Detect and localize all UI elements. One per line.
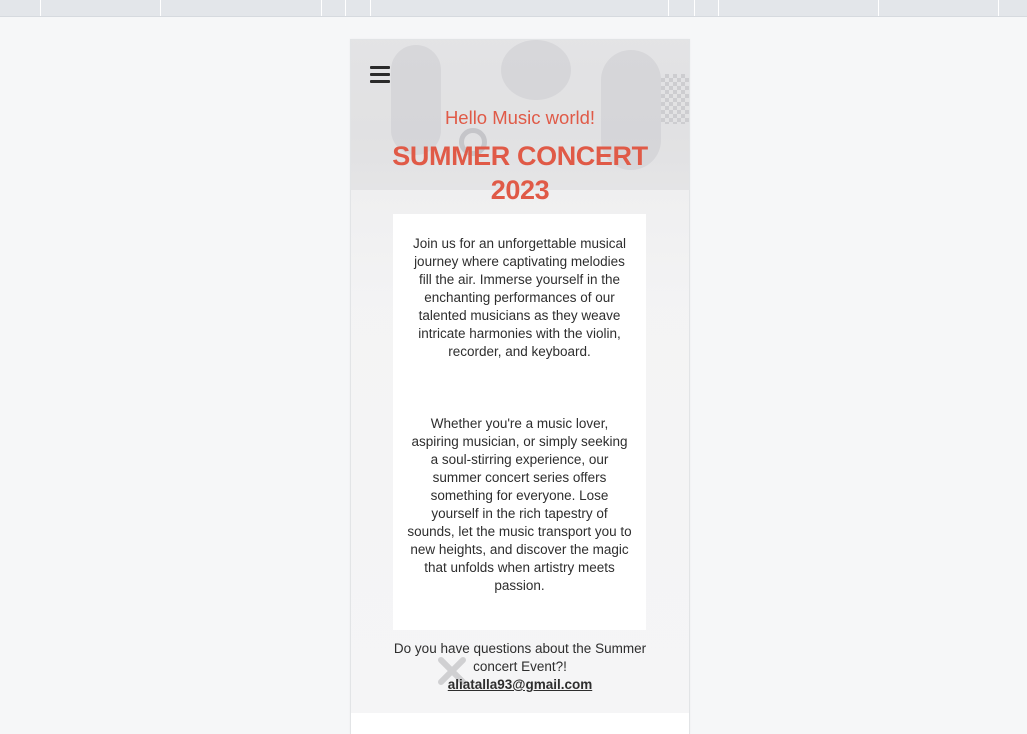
toolbar-divider xyxy=(40,0,41,16)
description-paragraph-2: Whether you're a music lover, aspiring m… xyxy=(407,416,632,593)
description-paragraph-1: Join us for an unforgettable musical jou… xyxy=(412,236,627,359)
toolbar-divider xyxy=(668,0,669,16)
menu-bar xyxy=(370,80,390,83)
contact-question: Do you have questions about the Summer c… xyxy=(393,641,647,674)
background-figure xyxy=(501,40,571,100)
menu-bar xyxy=(370,73,390,76)
toolbar-divider xyxy=(718,0,719,16)
menu-bar xyxy=(370,66,390,69)
hero-section: Hello Music world! SUMMER CONCERT 2023 J… xyxy=(351,40,689,713)
event-description-card: Join us for an unforgettable musical jou… xyxy=(393,214,646,630)
toolbar-divider xyxy=(370,0,371,16)
contact-email-link[interactable]: aliatalla93@gmail.com xyxy=(351,676,689,694)
mobile-viewport: Hello Music world! SUMMER CONCERT 2023 J… xyxy=(350,39,690,734)
greeting-text: Hello Music world! xyxy=(444,107,596,128)
hamburger-menu-icon[interactable] xyxy=(369,64,391,84)
toolbar-divider xyxy=(694,0,695,16)
toolbar-divider xyxy=(878,0,879,16)
top-toolbar-strip xyxy=(0,0,1027,17)
toolbar-divider xyxy=(160,0,161,16)
page-title: SUMMER CONCERT 2023 xyxy=(392,141,648,205)
toolbar-divider xyxy=(998,0,999,16)
toolbar-divider xyxy=(345,0,346,16)
toolbar-divider xyxy=(321,0,322,16)
